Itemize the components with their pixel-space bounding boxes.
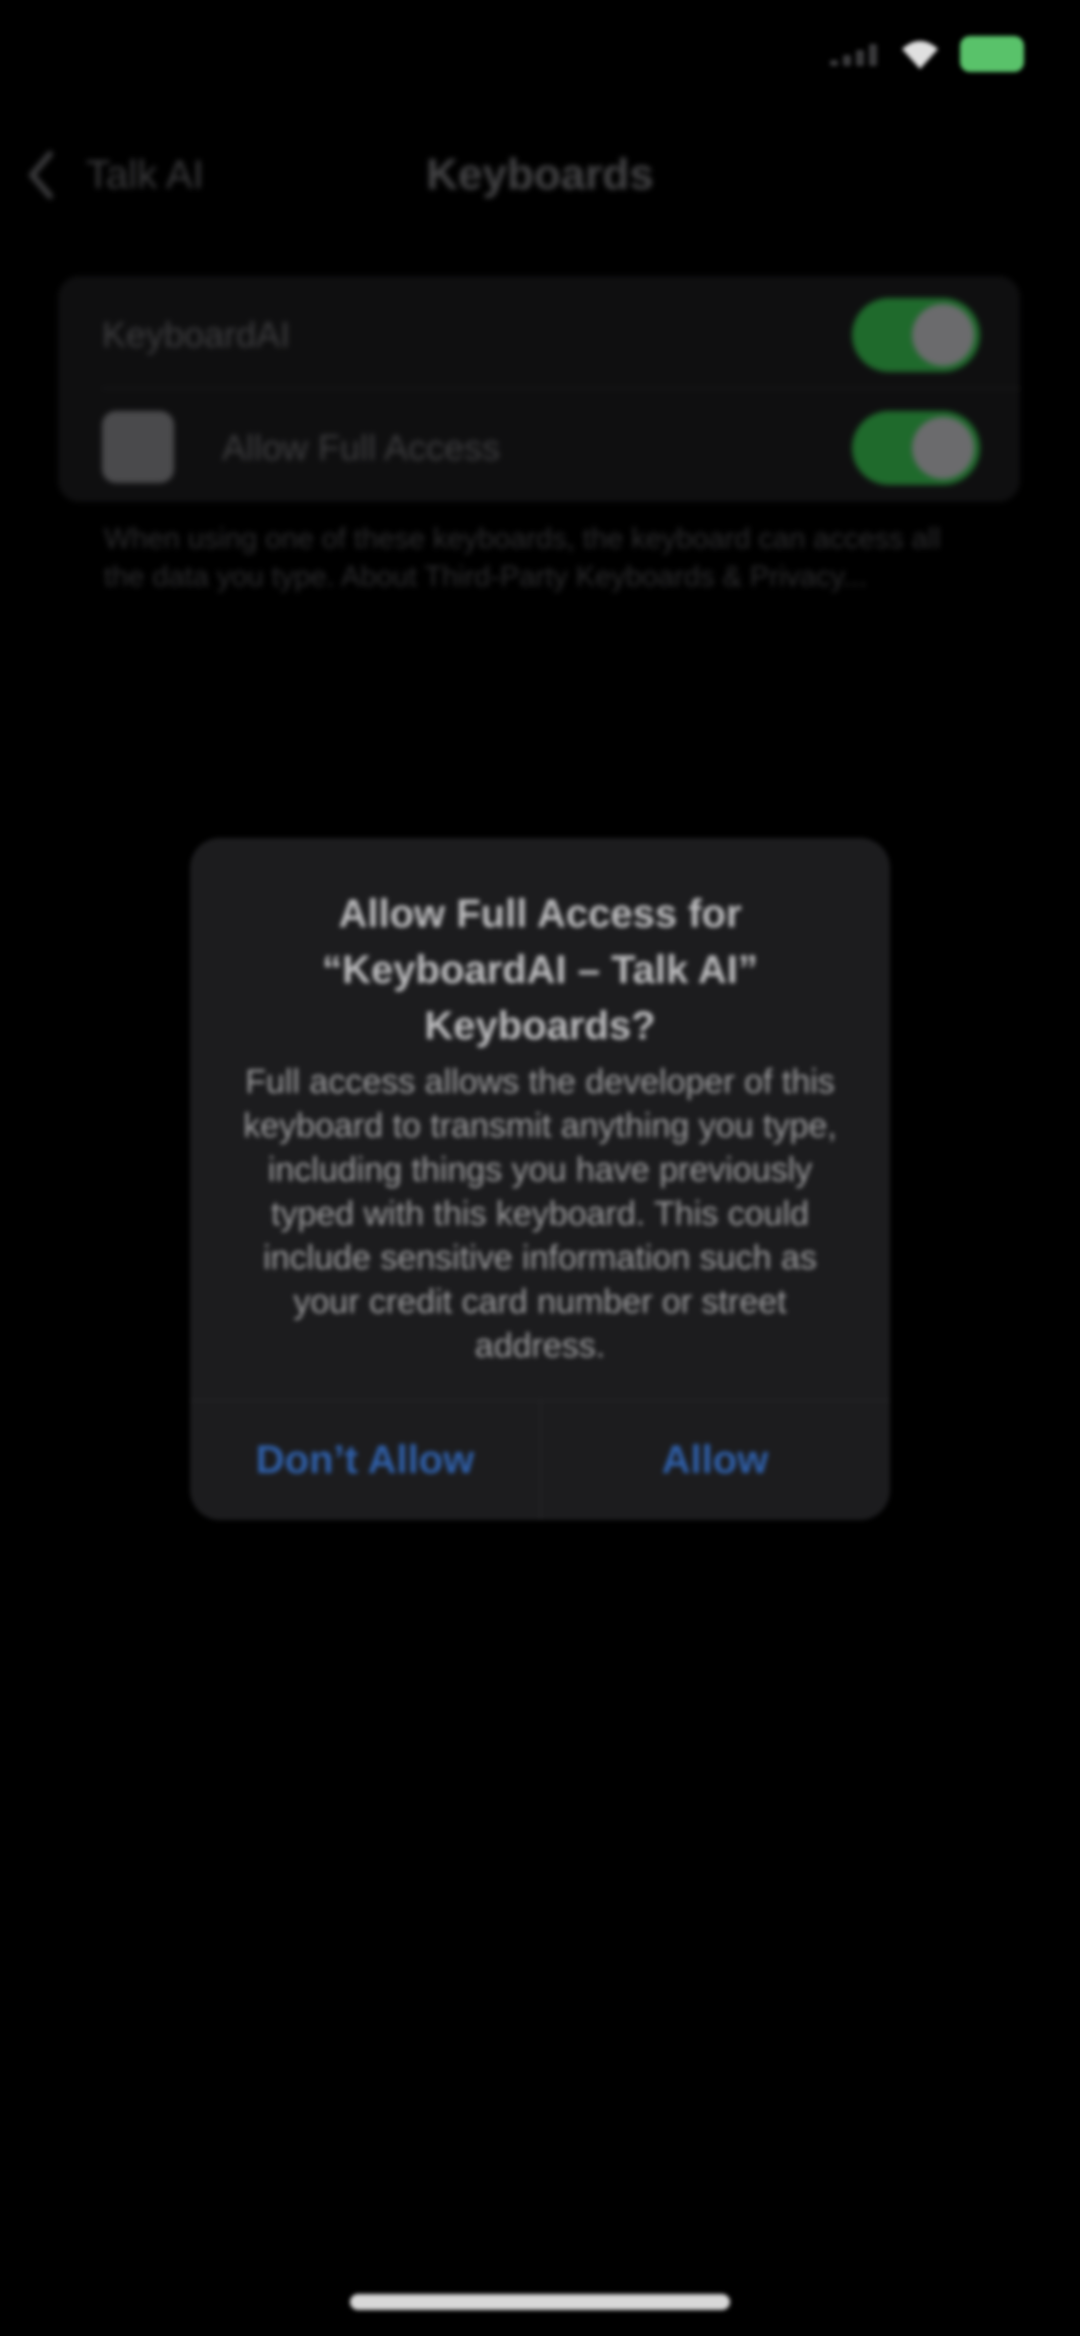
- dont-allow-button[interactable]: Don’t Allow: [190, 1400, 540, 1520]
- allow-button[interactable]: Allow: [540, 1400, 890, 1520]
- row-label-full-access: Allow Full Access: [222, 427, 501, 468]
- alert-message: Full access allows the developer of this…: [243, 1063, 837, 1365]
- settings-footer-note: When using one of these keyboards, the k…: [104, 523, 941, 593]
- wifi-icon: [902, 41, 938, 69]
- settings-row-keyboardai[interactable]: KeyboardAI: [58, 276, 1020, 389]
- battery-icon: [960, 36, 1024, 72]
- status-icons: [830, 36, 1024, 72]
- home-indicator[interactable]: [350, 2294, 730, 2310]
- navigation-bar: Talk AI Keyboards: [0, 130, 1080, 230]
- full-access-toggle[interactable]: [852, 411, 980, 485]
- keyboardai-toggle[interactable]: [852, 298, 980, 372]
- row-label-keyboardai: KeyboardAI: [102, 314, 291, 355]
- signal-icon: [830, 44, 877, 66]
- settings-row-full-access[interactable]: Allow Full Access: [58, 389, 1020, 502]
- keyboard-settings-group: KeyboardAI Allow Full Access: [58, 276, 1020, 502]
- status-bar: [0, 0, 1080, 110]
- page-title: Keyboards: [426, 150, 654, 199]
- toggle-knob: [912, 417, 974, 479]
- full-access-alert: Allow Full Access for “KeyboardAI – Talk…: [190, 838, 890, 1520]
- screen: Talk AI Keyboards KeyboardAI Allow Full …: [0, 0, 1080, 2336]
- alert-title: Allow Full Access for “KeyboardAI – Talk…: [322, 892, 758, 1048]
- app-icon: [102, 411, 174, 483]
- toggle-knob: [912, 304, 974, 366]
